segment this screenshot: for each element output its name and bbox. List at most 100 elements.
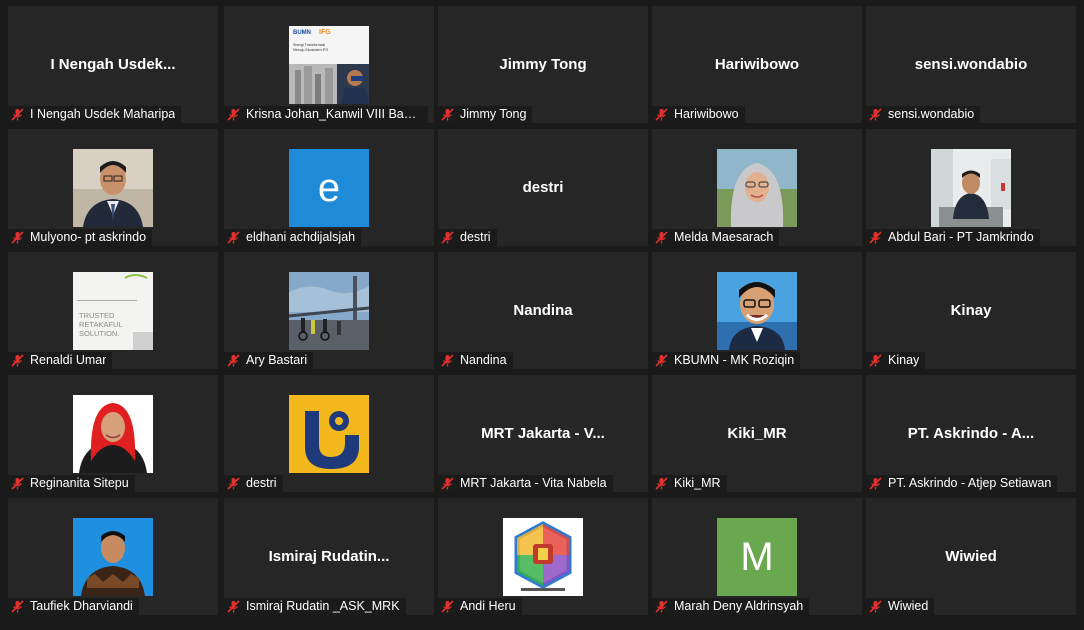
participant-photo [931, 149, 1011, 227]
participant-name-label: MRT Jakarta - Vita Nabela [438, 475, 613, 492]
participant-display-name: I Nengah Usdek... [50, 56, 176, 73]
participant-tile[interactable]: Hariwibowo Hariwibowo [652, 6, 862, 123]
participant-logo [503, 518, 583, 596]
participant-photo [289, 272, 369, 350]
participant-name-label: I Nengah Usdek Maharipa [8, 106, 182, 123]
muted-mic-icon [11, 108, 24, 121]
muted-mic-icon [869, 108, 882, 121]
slide-logo-bumn: BUMN [293, 30, 311, 36]
participant-tile[interactable]: KBUMN - MK Roziqin [652, 252, 862, 369]
participant-video-slide: BUMN IFG Sinergi Transformasi Menuju Eko… [289, 26, 369, 104]
participant-display-name: MRT Jakarta - V... [481, 425, 605, 442]
participant-tile[interactable]: Taufiek Dharviandi [8, 498, 218, 615]
participant-tile[interactable]: Mulyono- pt askrindo [8, 129, 218, 246]
muted-mic-icon [441, 108, 454, 121]
participant-display-name: Wiwied [945, 548, 997, 565]
participant-name-label: Marah Deny Aldrinsyah [652, 598, 810, 615]
participant-name-label: Jimmy Tong [438, 106, 533, 123]
participant-logo [289, 395, 369, 473]
participant-display-name: Kinay [950, 302, 992, 319]
participant-name-label: eldhani achdijalsjah [224, 229, 362, 246]
participant-tile[interactable]: Kinay Kinay [866, 252, 1076, 369]
participant-name-label: destri [224, 475, 283, 492]
participant-photo [73, 395, 153, 473]
participant-tile[interactable]: e eldhani achdijalsjah [224, 129, 434, 246]
participant-name-label: Renaldi Umar [8, 352, 113, 369]
participant-display-name: PT. Askrindo - A... [907, 425, 1035, 442]
muted-mic-icon [227, 108, 240, 121]
muted-mic-icon [441, 231, 454, 244]
participant-tile[interactable]: PT. Askrindo - A... PT. Askrindo - Atjep… [866, 375, 1076, 492]
participant-tile[interactable]: Kiki_MR Kiki_MR [652, 375, 862, 492]
muted-mic-icon [655, 108, 668, 121]
participant-video-slide: TRUSTED RETAKAFUL SOLUTION. [73, 272, 153, 350]
participant-name-label: Wiwied [866, 598, 935, 615]
participant-display-name: destri [522, 179, 564, 196]
muted-mic-icon [655, 354, 668, 367]
participant-tile[interactable]: Andi Heru [438, 498, 648, 615]
avatar-letter: M [740, 534, 774, 579]
participant-display-name: Ismiraj Rudatin... [268, 548, 390, 565]
participant-avatar-letter: M [717, 518, 797, 596]
participant-tile[interactable]: destri destri [438, 129, 648, 246]
participant-tile[interactable]: destri [224, 375, 434, 492]
muted-mic-icon [441, 477, 454, 490]
participant-name-label: Hariwibowo [652, 106, 745, 123]
participant-tile[interactable]: I Nengah Usdek... I Nengah Usdek Maharip… [8, 6, 218, 123]
participant-photo [717, 149, 797, 227]
gallery-view: I Nengah Usdek... I Nengah Usdek Maharip… [8, 6, 1082, 624]
participant-tile[interactable]: TRUSTED RETAKAFUL SOLUTION. Renaldi Umar [8, 252, 218, 369]
participant-name-label: Kinay [866, 352, 926, 369]
participant-display-name: sensi.wondabio [914, 56, 1028, 73]
slide-line: RETAKAFUL [79, 320, 123, 329]
slide-line: TRUSTED [79, 311, 115, 320]
participant-name-label: sensi.wondabio [866, 106, 981, 123]
participant-name-label: Reginanita Sitepu [8, 475, 135, 492]
muted-mic-icon [869, 477, 882, 490]
participant-name-label: Abdul Bari - PT Jamkrindo [866, 229, 1040, 246]
muted-mic-icon [227, 231, 240, 244]
participant-tile[interactable]: Wiwied Wiwied [866, 498, 1076, 615]
participant-tile[interactable]: Ismiraj Rudatin... Ismiraj Rudatin _ASK_… [224, 498, 434, 615]
muted-mic-icon [655, 600, 668, 613]
muted-mic-icon [11, 600, 24, 613]
participant-tile[interactable]: Reginanita Sitepu [8, 375, 218, 492]
muted-mic-icon [441, 600, 454, 613]
participant-name-label: Nandina [438, 352, 513, 369]
muted-mic-icon [227, 600, 240, 613]
participant-tile[interactable]: Nandina Nandina [438, 252, 648, 369]
muted-mic-icon [441, 354, 454, 367]
participant-name-label: Taufiek Dharviandi [8, 598, 139, 615]
participant-tile[interactable]: Jimmy Tong Jimmy Tong [438, 6, 648, 123]
muted-mic-icon [869, 600, 882, 613]
muted-mic-icon [227, 354, 240, 367]
participant-tile[interactable]: MRT Jakarta - V... MRT Jakarta - Vita Na… [438, 375, 648, 492]
slide-logo-ifg: IFG [319, 29, 331, 36]
participant-tile[interactable]: BUMN IFG Sinergi Transformasi Menuju Eko… [224, 6, 434, 123]
participant-tile[interactable]: Melda Maesarach [652, 129, 862, 246]
slide-line: Menuju Ekosistem IFG [293, 48, 329, 52]
participant-name-label: Melda Maesarach [652, 229, 780, 246]
participant-name-label: destri [438, 229, 497, 246]
muted-mic-icon [11, 231, 24, 244]
participant-tile[interactable]: Abdul Bari - PT Jamkrindo [866, 129, 1076, 246]
muted-mic-icon [227, 477, 240, 490]
muted-mic-icon [869, 231, 882, 244]
participant-caricature [717, 272, 797, 350]
participant-tile[interactable]: M Marah Deny Aldrinsyah [652, 498, 862, 615]
participant-name-label: Andi Heru [438, 598, 522, 615]
muted-mic-icon [11, 354, 24, 367]
avatar-letter: e [317, 165, 341, 210]
participant-tile[interactable]: sensi.wondabio sensi.wondabio [866, 6, 1076, 123]
participant-display-name: Kiki_MR [727, 425, 787, 442]
participant-avatar-letter: e [289, 149, 369, 227]
participant-name-label: Ismiraj Rudatin _ASK_MRK [224, 598, 406, 615]
participant-name-label: Mulyono- pt askrindo [8, 229, 153, 246]
participant-name-label: Krisna Johan_Kanwil VIII Banja... [224, 106, 428, 123]
participant-photo [73, 149, 153, 227]
participant-name-label: Ary Bastari [224, 352, 314, 369]
muted-mic-icon [655, 477, 668, 490]
participant-display-name: Jimmy Tong [499, 56, 587, 73]
participant-photo [73, 518, 153, 596]
participant-tile[interactable]: Ary Bastari [224, 252, 434, 369]
